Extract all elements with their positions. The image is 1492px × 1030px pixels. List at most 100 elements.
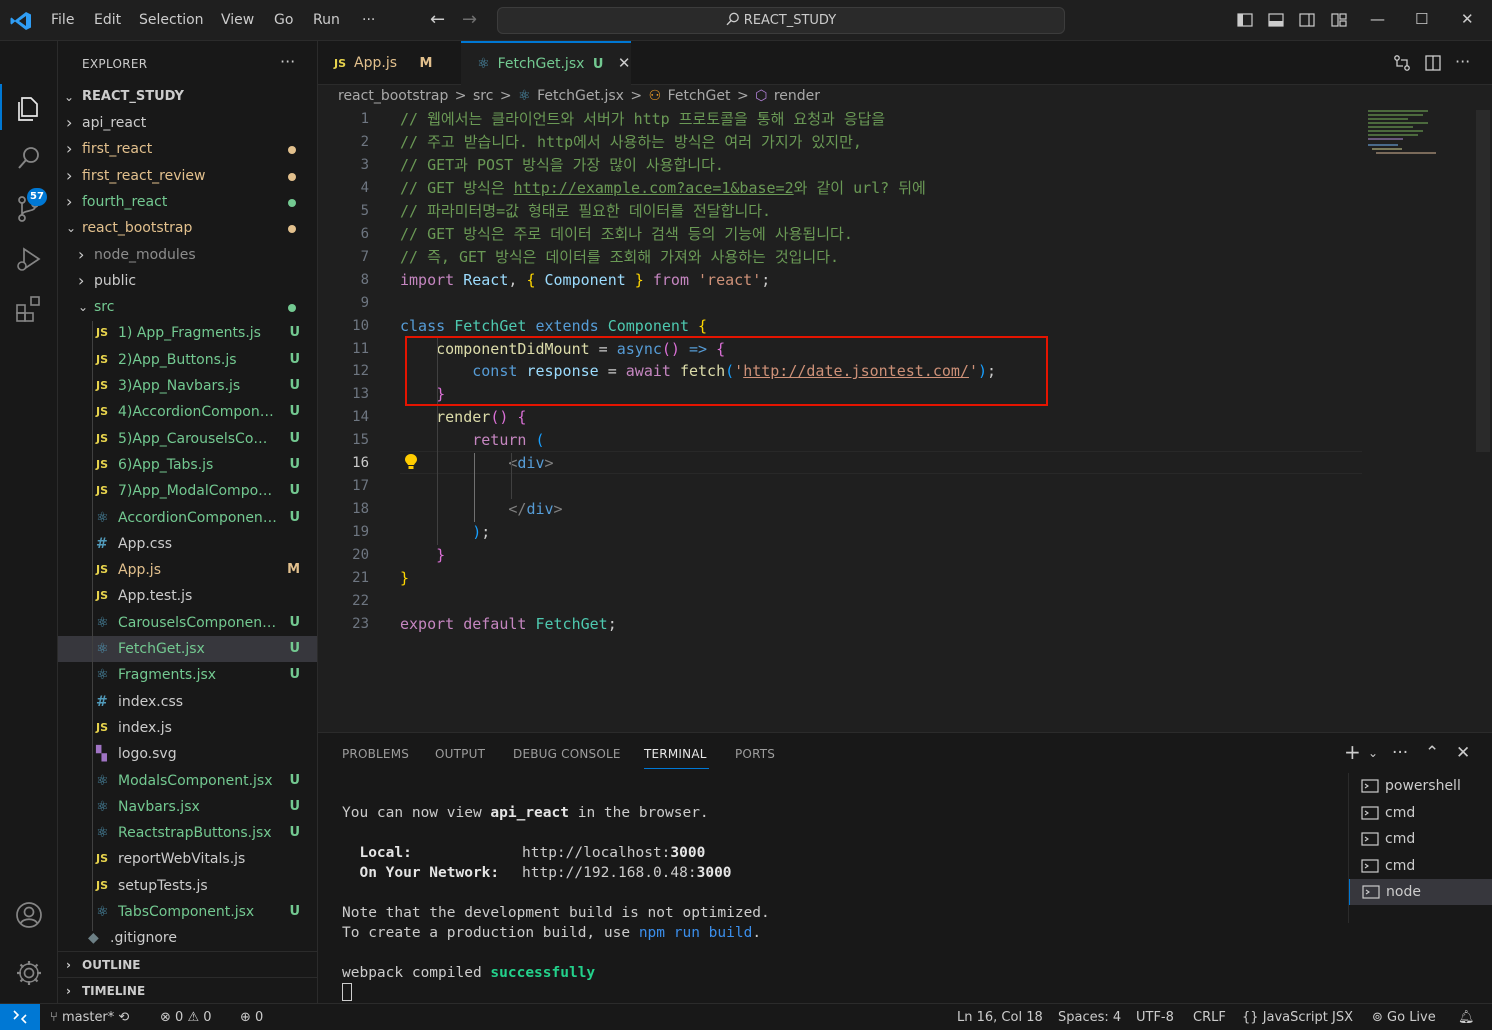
tree-folder[interactable]: › api_react [58,110,317,136]
problems-indicator[interactable]: ⊗ 0 ⚠ 0 [160,1010,212,1025]
terminal-instance-cmd[interactable]: cmd [1349,826,1492,852]
menu-edit[interactable]: Edit [94,12,121,28]
command-center-search[interactable]: REACT_STUDY [497,7,1065,34]
breadcrumb-folder[interactable]: react_bootstrap [338,88,448,104]
outline-section[interactable]: › OUTLINE [58,951,317,977]
open-changes-icon[interactable] [1393,54,1411,72]
indentation[interactable]: Spaces: 4 [1058,1010,1121,1025]
tree-file[interactable]: ⚛ FetchGet.jsx U [58,636,317,662]
tree-folder[interactable]: › first_react [58,136,317,162]
explorer-more-actions-icon[interactable]: ··· [280,52,295,71]
timeline-section[interactable]: › TIMELINE [58,977,317,1003]
tree-folder[interactable]: ⌄ react_bootstrap [58,215,317,241]
toggle-panel-icon[interactable] [1268,12,1284,28]
tree-file[interactable]: ⚛ ModalsComponent.jsx U [58,768,317,794]
tree-file[interactable]: ⚛ TabsComponent.jsx U [58,899,317,925]
back-arrow-icon[interactable]: ← [430,9,445,30]
tree-file[interactable]: JS 3)App_Navbars.js U [58,373,317,399]
manage-gear-icon[interactable] [14,958,44,988]
tab-fetchget-jsx[interactable]: ⚛ FetchGet.jsx U ✕ [461,41,631,85]
new-terminal-icon[interactable]: + [1344,740,1361,764]
breadcrumb-file[interactable]: FetchGet.jsx [537,88,624,104]
run-debug-icon[interactable] [14,244,44,274]
language-mode[interactable]: {} JavaScript JSX [1242,1010,1353,1025]
cursor-position[interactable]: Ln 16, Col 18 [957,1010,1043,1025]
menu-view[interactable]: View [221,12,254,28]
terminal-instance-cmd[interactable]: cmd [1349,853,1492,879]
panel-more-icon[interactable]: ··· [1392,743,1408,763]
tree-file[interactable]: JS 6)App_Tabs.js U [58,452,317,478]
accounts-icon[interactable] [14,900,44,930]
breadcrumb-src[interactable]: src [473,88,493,104]
tab-app-js[interactable]: JS App.js M [318,41,461,85]
menu-more[interactable]: ··· [362,12,375,28]
lightbulb-icon[interactable] [404,453,418,471]
notifications-bell-icon[interactable]: 🔔︎ [1458,1010,1475,1025]
tab-terminal[interactable]: TERMINAL [644,747,707,761]
tree-folder[interactable]: › first_react_review [58,163,317,189]
tree-file[interactable]: JS reportWebVitals.js [58,846,317,872]
tree-folder[interactable]: ⌄ src [58,294,317,320]
maximize-panel-icon[interactable]: ⌃ [1425,743,1439,763]
remote-indicator[interactable] [0,1004,40,1030]
tree-file[interactable]: ⚛ ReactstrapButtons.jsx U [58,820,317,846]
forward-arrow-icon[interactable]: → [462,9,477,30]
maximize-button[interactable]: ☐ [1415,10,1428,28]
chevron-down-icon[interactable]: ⌄ [1368,746,1378,760]
terminal-cursor[interactable] [342,983,352,1001]
terminal-instance-node[interactable]: node [1349,879,1492,905]
tab-debug-console[interactable]: DEBUG CONSOLE [513,747,621,761]
extensions-icon[interactable] [14,294,44,324]
tab-ports[interactable]: PORTS [735,747,775,761]
go-live-button[interactable]: ⊚ Go Live [1372,1010,1436,1025]
close-tab-icon[interactable]: ✕ [618,54,631,72]
tree-file[interactable]: ◆ .gitignore [58,925,317,951]
branch-indicator[interactable]: ⑂ master* ⟲ [50,1010,129,1025]
tree-folder[interactable]: › fourth_react [58,189,317,215]
tree-file[interactable]: JS 5)App_CarouselsCom... U [58,426,317,452]
tree-folder[interactable]: › public [58,268,317,294]
split-editor-icon[interactable] [1424,54,1442,72]
encoding[interactable]: UTF-8 [1136,1010,1174,1025]
tree-file[interactable]: JS 1) App_Fragments.js U [58,320,317,346]
tree-file[interactable]: JS setupTests.js [58,873,317,899]
terminal-instance-cmd[interactable]: cmd [1349,800,1492,826]
tree-file[interactable]: ⚛ Navbars.jsx U [58,794,317,820]
tree-file[interactable]: JS 4)AccordionCompone... U [58,399,317,425]
line-endings[interactable]: CRLF [1193,1010,1226,1025]
close-panel-icon[interactable]: ✕ [1456,743,1470,763]
minimap[interactable] [1368,108,1478,168]
breadcrumb-method[interactable]: render [774,88,820,104]
workspace-root[interactable]: ⌄ REACT_STUDY [58,84,317,110]
tree-file[interactable]: JS index.js [58,715,317,741]
ports-indicator[interactable]: ⊕ 0 [240,1010,263,1025]
breadcrumb-class[interactable]: FetchGet [668,88,731,104]
minimize-button[interactable]: — [1370,10,1385,28]
tree-file[interactable]: JS 7)App_ModalCompon... U [58,478,317,504]
tree-file[interactable]: JS 2)App_Buttons.js U [58,347,317,373]
tree-file[interactable]: ▚ logo.svg [58,741,317,767]
editor-scrollbar[interactable] [1476,110,1490,452]
toggle-primary-sidebar-icon[interactable] [1237,12,1253,28]
terminal-instance-powershell[interactable]: powershell [1349,773,1492,799]
tree-file[interactable]: # index.css [58,689,317,715]
tree-file[interactable]: ⚛ CarouselsComponent... U [58,610,317,636]
menu-file[interactable]: File [51,12,74,28]
explorer-files-icon[interactable] [14,94,44,124]
tab-output[interactable]: OUTPUT [435,747,485,761]
customize-layout-icon[interactable] [1331,12,1347,28]
menu-run[interactable]: Run [313,12,340,28]
editor-more-actions-icon[interactable]: ··· [1455,52,1470,71]
tree-file[interactable]: # App.css [58,531,317,557]
tree-file[interactable]: ⚛ AccordionComponent... U [58,505,317,531]
tree-folder[interactable]: › node_modules [58,242,317,268]
search-icon[interactable] [14,144,44,174]
toggle-secondary-sidebar-icon[interactable] [1299,12,1315,28]
tree-file[interactable]: JS App.js M [58,557,317,583]
tree-file[interactable]: JS App.test.js [58,583,317,609]
close-window-button[interactable]: ✕ [1461,10,1474,28]
tab-problems[interactable]: PROBLEMS [342,747,409,761]
menu-selection[interactable]: Selection [139,12,204,28]
tree-file[interactable]: ⚛ Fragments.jsx U [58,662,317,688]
code-editor[interactable]: 1 // 웹에서는 클라이언트와 서버가 http 프로토콜을 통해 요청과 응답… [318,108,1492,732]
